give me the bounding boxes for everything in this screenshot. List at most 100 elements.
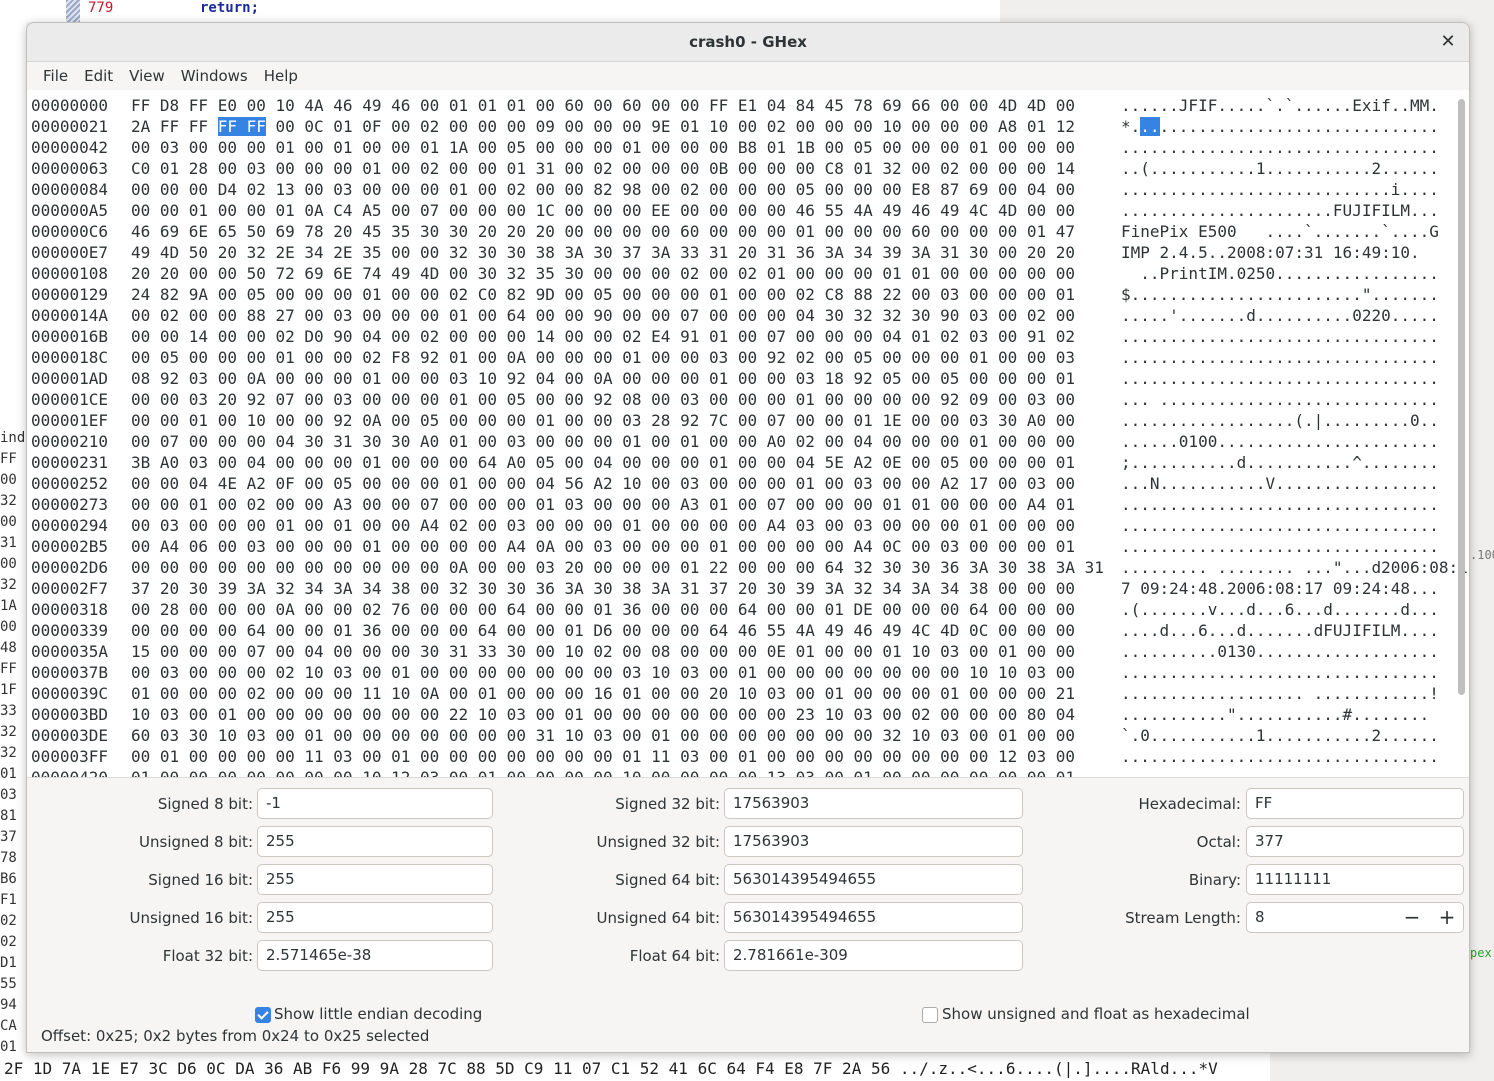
unsigned-16-field[interactable]: 255 — [257, 902, 493, 933]
ascii-row[interactable]: .....'.......d..........0220..... — [1121, 305, 1468, 326]
octal-field[interactable]: 377 — [1246, 826, 1464, 857]
hex-row[interactable]: 00 07 00 00 00 04 30 31 30 30 A0 01 00 0… — [131, 431, 1104, 452]
hex-selection[interactable]: FF FF — [217, 117, 266, 136]
ascii-row[interactable]: ................................. — [1121, 137, 1468, 158]
ascii-row[interactable]: ................................. — [1121, 515, 1468, 536]
stream-length-value[interactable]: 8 — [1255, 908, 1265, 926]
hex-column[interactable]: FF D8 FF E0 00 10 4A 46 49 46 00 01 01 0… — [131, 95, 1104, 777]
hex-row[interactable]: 00 05 00 00 00 01 00 00 02 F8 92 01 00 0… — [131, 347, 1104, 368]
hex-row[interactable]: 00 00 01 00 02 00 00 A3 00 00 07 00 00 0… — [131, 494, 1104, 515]
title-bar[interactable]: crash0 - GHex ✕ — [27, 23, 1469, 62]
ascii-row[interactable]: ..........0130................... — [1121, 641, 1468, 662]
close-icon[interactable]: ✕ — [1437, 31, 1459, 53]
ascii-row[interactable]: ................................. — [1121, 662, 1468, 683]
hex-row[interactable]: 00 00 01 00 10 00 00 92 0A 00 05 00 00 0… — [131, 410, 1104, 431]
menu-view[interactable]: View — [121, 67, 173, 85]
ascii-row[interactable]: ... ............................. — [1121, 389, 1468, 410]
signed-32-field[interactable]: 17563903 — [724, 788, 1023, 819]
ascii-row[interactable]: ;...........d...........^........ — [1121, 452, 1468, 473]
ascii-row[interactable]: ................................. — [1121, 494, 1468, 515]
ascii-row[interactable]: ..PrintIM.0250................. — [1121, 263, 1468, 284]
hex-row[interactable]: 01 00 00 00 00 00 00 00 10 12 03 00 01 0… — [131, 767, 1104, 777]
ascii-row[interactable]: $........................"....... — [1121, 284, 1468, 305]
hex-row[interactable]: 00 00 00 D4 02 13 00 03 00 00 00 01 00 0… — [131, 179, 1104, 200]
hex-row[interactable]: 60 03 30 10 03 00 01 00 00 00 00 00 00 0… — [131, 725, 1104, 746]
ascii-row[interactable]: ...N...........V................. — [1121, 473, 1468, 494]
signed-8-field[interactable]: -1 — [257, 788, 493, 819]
ascii-column[interactable]: ......JFIF.....`.`......Exif..MM. *......… — [1121, 95, 1468, 777]
little-endian-checkbox[interactable] — [255, 1007, 271, 1023]
hex-editor-view[interactable]: 00000000 00000021 00000042 00000063 00000084… — [27, 91, 1469, 777]
signed-16-field[interactable]: 255 — [257, 864, 493, 895]
hex-row[interactable]: 46 69 6E 65 50 69 78 20 45 35 30 30 20 2… — [131, 221, 1104, 242]
hex-row[interactable]: 00 00 00 00 00 00 00 00 00 00 00 0A 00 0… — [131, 557, 1104, 578]
menu-file[interactable]: File — [35, 67, 76, 85]
ascii-row[interactable]: ......0100....................... — [1121, 431, 1468, 452]
hex-row[interactable]: 37 20 30 39 3A 32 34 3A 34 38 00 32 30 3… — [131, 578, 1104, 599]
unsigned-32-field[interactable]: 17563903 — [724, 826, 1023, 857]
ascii-text[interactable]: *. — [1121, 117, 1140, 136]
hex-row[interactable]: 00 00 03 20 92 07 00 03 00 00 00 01 00 0… — [131, 389, 1104, 410]
hex-row[interactable]: 00 00 04 4E A2 0F 00 05 00 00 00 01 00 0… — [131, 473, 1104, 494]
menu-edit[interactable]: Edit — [76, 67, 121, 85]
hex-bytes[interactable]: 2A FF FF — [131, 117, 218, 136]
signed-64-field[interactable]: 563014395494655 — [724, 864, 1023, 895]
hex-row[interactable]: 00 00 00 00 64 00 00 01 36 00 00 00 64 0… — [131, 620, 1104, 641]
hex-row[interactable]: 00 00 01 00 00 01 0A C4 A5 00 07 00 00 0… — [131, 200, 1104, 221]
ascii-row[interactable]: ................................. — [1121, 368, 1468, 389]
ascii-row[interactable]: 7 09:24:48.2006:08:17 09:24:48... — [1121, 578, 1468, 599]
hex-row[interactable]: 24 82 9A 00 05 00 00 00 01 00 00 02 C0 8… — [131, 284, 1104, 305]
ascii-row[interactable]: .(.......v...d...6...d.......d... — [1121, 599, 1468, 620]
hex-row[interactable]: 20 20 00 00 50 72 69 6E 74 49 4D 00 30 3… — [131, 263, 1104, 284]
ascii-row[interactable]: ................................. — [1121, 746, 1468, 767]
hex-row[interactable]: 00 03 00 00 00 01 00 01 00 00 01 1A 00 0… — [131, 137, 1104, 158]
unsigned-hex-label[interactable]: Show unsigned and float as hexadecimal — [942, 1005, 1250, 1023]
hex-row[interactable]: 00 03 00 00 00 01 00 01 00 00 A4 02 00 0… — [131, 515, 1104, 536]
scrollbar-thumb[interactable] — [1458, 99, 1465, 695]
hex-row[interactable]: 00 03 00 00 00 02 10 03 00 01 00 00 00 0… — [131, 662, 1104, 683]
ascii-row[interactable]: ..................(.|.........0.. — [1121, 410, 1468, 431]
ascii-row[interactable]: ....d...6...d.......dFUJIFILM.... — [1121, 620, 1468, 641]
ascii-row[interactable]: ................... ............! — [1121, 683, 1468, 704]
hexadecimal-field[interactable]: FF — [1246, 788, 1464, 819]
hex-row[interactable]: 00 02 00 00 88 27 00 03 00 00 00 01 00 6… — [131, 305, 1104, 326]
ascii-row[interactable]: ................................. — [1121, 347, 1468, 368]
ascii-row[interactable]: ................................. — [1121, 326, 1468, 347]
ascii-row[interactable]: ................................. — [1121, 536, 1468, 557]
hex-row[interactable]: 00 28 00 00 00 0A 00 00 02 76 00 00 00 6… — [131, 599, 1104, 620]
ascii-row[interactable]: FinePix E500 ....`.......`....G — [1121, 221, 1468, 242]
menu-windows[interactable]: Windows — [173, 67, 256, 85]
ascii-selection[interactable]: .. — [1140, 117, 1160, 136]
unsigned-hex-checkbox[interactable] — [922, 1007, 938, 1023]
hex-row[interactable]: 01 00 00 00 02 00 00 00 11 10 0A 00 01 0… — [131, 683, 1104, 704]
unsigned-64-field[interactable]: 563014395494655 — [724, 902, 1023, 933]
ascii-row[interactable]: ......JFIF.....`.`......Exif..MM. — [1121, 95, 1468, 116]
binary-field[interactable]: 11111111 — [1246, 864, 1464, 895]
ascii-row[interactable]: IMP 2.4.5..2008:07:31 16:49:10. — [1121, 242, 1468, 263]
hex-row[interactable]: 2A FF FF FF FF 00 0C 01 0F 00 02 00 00 0… — [131, 116, 1104, 137]
unsigned-8-field[interactable]: 255 — [257, 826, 493, 857]
float-64-field[interactable]: 2.781661e-309 — [724, 940, 1023, 971]
stream-length-increase-button[interactable]: + — [1430, 902, 1464, 933]
ascii-row[interactable]: ......................FUJIFILM... — [1121, 200, 1468, 221]
hex-row[interactable]: 3B A0 03 00 04 00 00 00 01 00 00 00 64 A… — [131, 452, 1104, 473]
ascii-row[interactable]: *................................ — [1121, 116, 1468, 137]
hex-row[interactable]: FF D8 FF E0 00 10 4A 46 49 46 00 01 01 0… — [131, 95, 1104, 116]
ascii-row[interactable]: ............................i.... — [1121, 179, 1468, 200]
hex-row[interactable]: 10 03 00 01 00 00 00 00 00 00 00 22 10 0… — [131, 704, 1104, 725]
stream-length-decrease-button[interactable]: − — [1395, 902, 1429, 933]
ascii-row[interactable]: `.0...........1...........2...... — [1121, 725, 1468, 746]
hex-row[interactable]: 00 01 00 00 00 00 11 03 00 01 00 00 00 0… — [131, 746, 1104, 767]
hex-row[interactable]: C0 01 28 00 03 00 00 00 01 00 02 00 00 0… — [131, 158, 1104, 179]
ascii-row[interactable]: ......... ........ ..."...d2006:08:1 — [1121, 557, 1468, 578]
hex-row[interactable]: 00 00 14 00 00 02 D0 90 04 00 02 00 00 0… — [131, 326, 1104, 347]
hex-row[interactable]: 15 00 00 00 07 00 04 00 00 00 30 31 33 3… — [131, 641, 1104, 662]
hex-row[interactable]: 49 4D 50 20 32 2E 34 2E 35 00 00 32 30 3… — [131, 242, 1104, 263]
ascii-row[interactable]: ..(...........1...........2...... — [1121, 158, 1468, 179]
hex-row[interactable]: 08 92 03 00 0A 00 00 00 01 00 00 03 10 9… — [131, 368, 1104, 389]
little-endian-label[interactable]: Show little endian decoding — [274, 1005, 482, 1023]
hex-bytes[interactable]: 00 0C 01 0F 00 02 00 00 00 09 00 00 00 9… — [266, 117, 1076, 136]
ascii-text[interactable]: ............................. — [1160, 117, 1439, 136]
ascii-row[interactable]: ..........."...........#........ — [1121, 704, 1468, 725]
ascii-row[interactable]: ................................. — [1121, 767, 1468, 777]
